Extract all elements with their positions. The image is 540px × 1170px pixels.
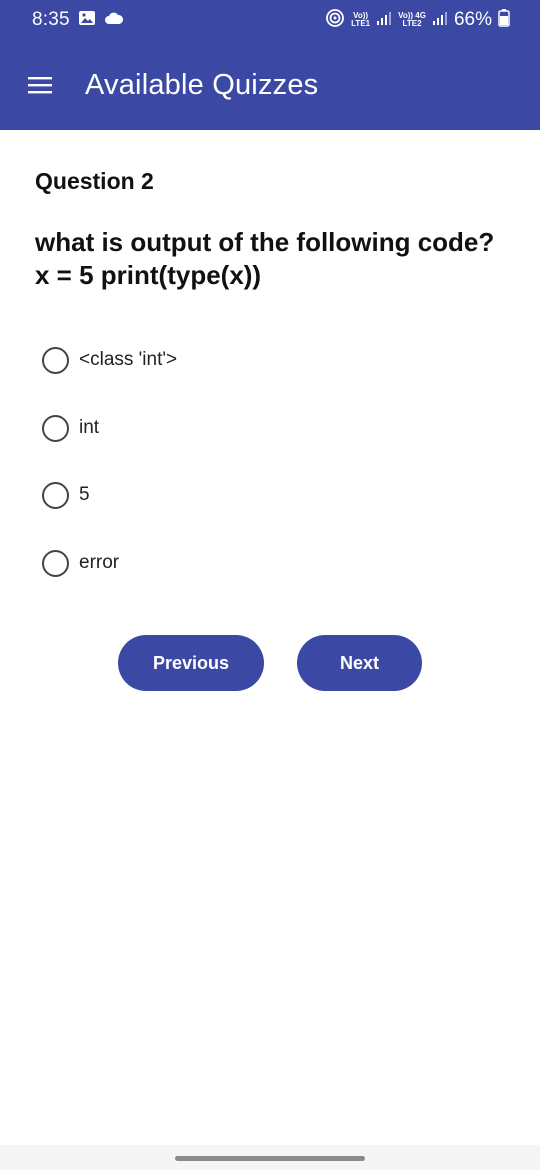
answer-option[interactable]: <class 'int'> [42,345,177,375]
next-button[interactable]: Next [297,635,422,691]
battery-icon [498,8,510,32]
radio-button[interactable] [42,481,69,509]
question-text: what is output of the following code? x … [35,226,515,292]
hotspot-icon [325,8,345,33]
answer-option[interactable]: int [42,413,99,443]
signal-icon [432,10,448,31]
question-line: x = 5 print(type(x)) [35,260,262,290]
radio-button[interactable] [42,414,69,442]
option-label: <class 'int'> [79,349,178,370]
home-indicator[interactable] [175,1156,365,1161]
cloud-icon [104,11,124,30]
option-label: int [79,417,100,438]
gallery-icon [78,10,96,31]
status-right: Vo)) LTE1 Vo)) 4G LTE2 66% [325,8,510,33]
previous-button[interactable]: Previous [118,635,264,691]
sim2-label: Vo)) 4G LTE2 [398,11,426,28]
question-line: what is output of the following code? [35,227,495,257]
sim1-label: Vo)) LTE1 [351,11,371,28]
answer-option[interactable]: 5 [42,480,90,510]
radio-button[interactable] [42,549,69,577]
option-label: error [79,552,120,573]
answer-option[interactable]: error [42,548,119,578]
battery-percent: 66% [453,9,492,30]
option-label: 5 [79,484,90,505]
app-title: Available Quizzes [85,68,319,101]
question-number: Question 2 [35,168,154,194]
status-left: 8:35 [32,9,124,31]
signal-icon [376,10,392,31]
hamburger-menu-icon[interactable] [25,73,55,97]
app-bar: Available Quizzes [0,40,540,130]
radio-button[interactable] [42,346,69,374]
status-bar: 8:35 Vo)) LTE1 Vo)) 4G LTE2 66% [0,0,540,40]
status-time: 8:35 [32,9,70,30]
